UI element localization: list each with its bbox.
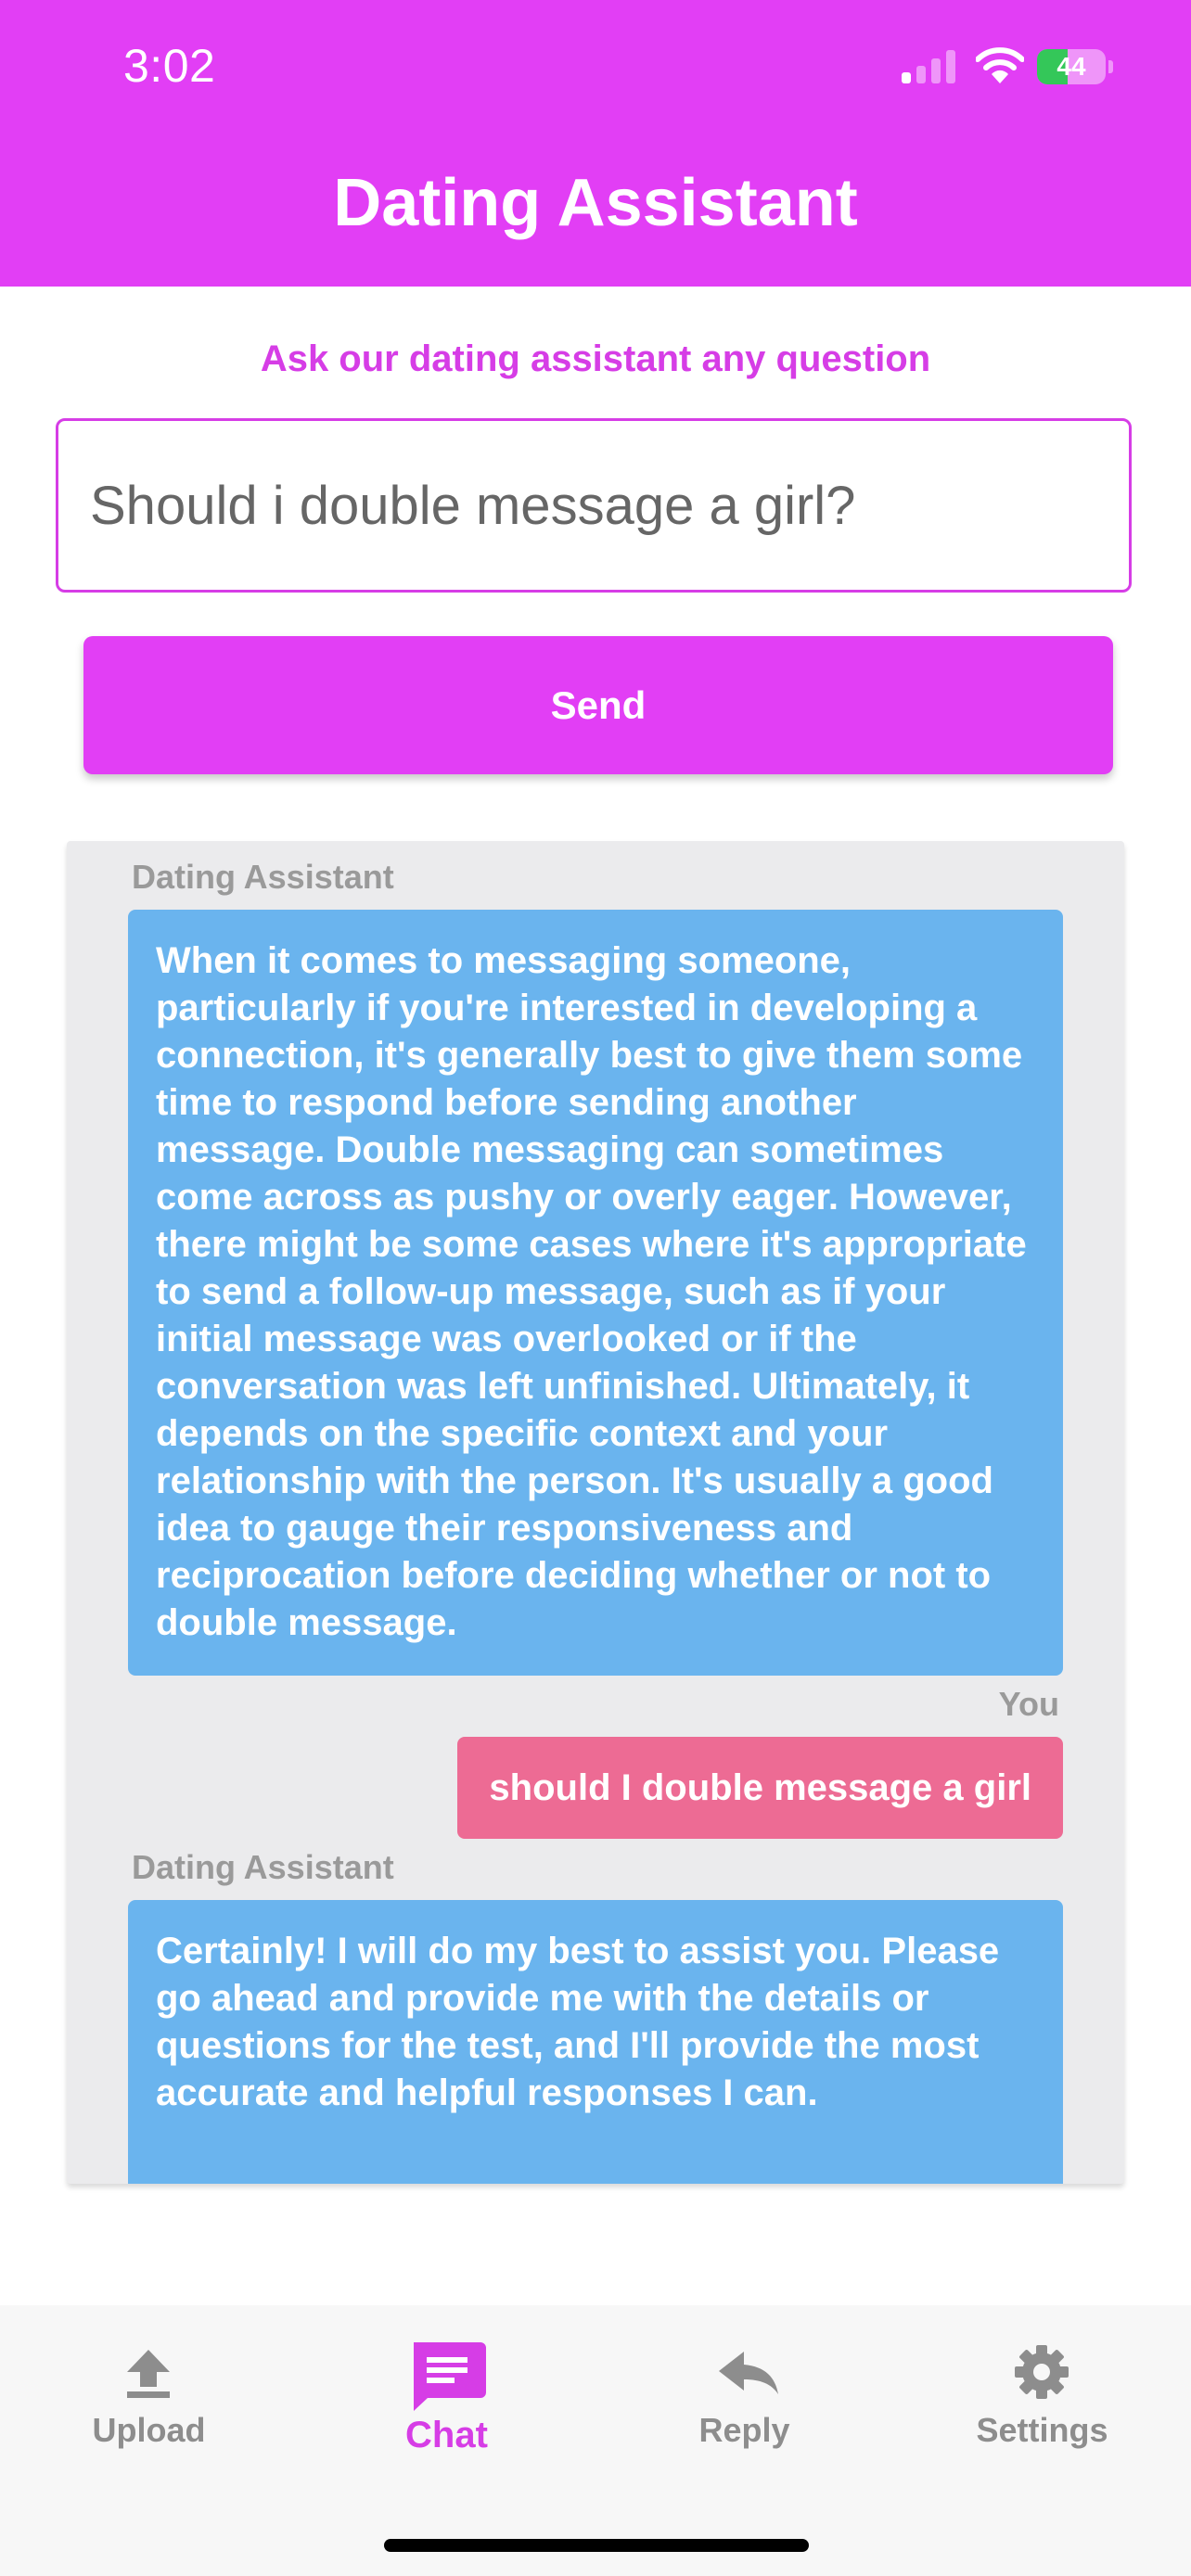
home-indicator xyxy=(384,2539,809,2552)
page-title: Dating Assistant xyxy=(333,166,858,240)
chat-icon xyxy=(414,2342,486,2411)
app-header: 3:02 44 Dating Assistant xyxy=(0,0,1191,287)
battery-cap xyxy=(1108,60,1113,73)
battery-level: 44 xyxy=(1057,52,1086,81)
wifi-icon xyxy=(976,47,1024,83)
question-prompt: Ask our dating assistant any question xyxy=(260,338,931,379)
message-sender: Dating Assistant xyxy=(132,1848,394,1886)
reply-icon xyxy=(719,2352,778,2394)
cellular-signal-icon xyxy=(902,50,955,83)
send-button[interactable]: Send xyxy=(83,636,1113,774)
assistant-message-bubble: When it comes to messaging someone, part… xyxy=(128,910,1063,1676)
tab-label: Settings xyxy=(976,2411,1108,2449)
user-message-bubble: should I double message a girl xyxy=(457,1737,1063,1839)
battery-icon: 44 xyxy=(1037,49,1106,84)
message-sender: You xyxy=(998,1685,1059,1723)
tab-label: Chat xyxy=(405,2415,488,2455)
question-input[interactable] xyxy=(56,418,1132,593)
status-time: 3:02 xyxy=(123,40,216,92)
tab-reply[interactable]: Reply xyxy=(596,2305,893,2491)
message-sender: Dating Assistant xyxy=(132,858,394,896)
tab-label: Upload xyxy=(92,2411,206,2449)
bottom-tab-bar: Upload Chat Reply Settings xyxy=(0,2305,1191,2576)
tab-upload[interactable]: Upload xyxy=(0,2305,298,2491)
assistant-message-bubble: Certainly! I will do my best to assist y… xyxy=(128,1900,1063,2184)
tab-chat[interactable]: Chat xyxy=(298,2305,596,2491)
chat-panel[interactable]: Dating Assistant When it comes to messag… xyxy=(67,841,1124,2184)
tab-label: Reply xyxy=(698,2411,790,2449)
settings-gear-icon xyxy=(1015,2345,1069,2399)
upload-icon xyxy=(127,2350,170,2398)
tab-settings[interactable]: Settings xyxy=(893,2305,1191,2491)
